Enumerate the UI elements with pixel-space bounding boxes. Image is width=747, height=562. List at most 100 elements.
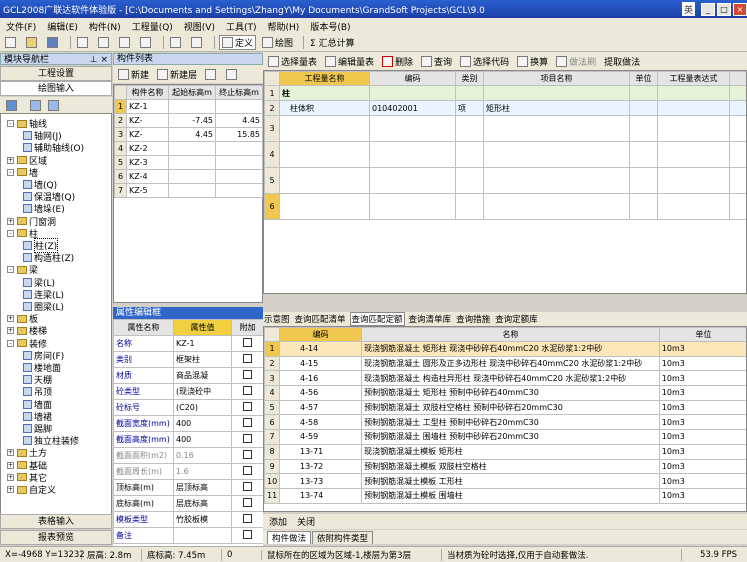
- close-query-button[interactable]: 关闭: [297, 515, 315, 528]
- cell-start[interactable]: 4.45: [168, 127, 216, 142]
- cell-name[interactable]: KZ-3: [126, 155, 169, 170]
- property-value[interactable]: (C20): [173, 399, 232, 416]
- tree-node[interactable]: 圈梁(L): [23, 301, 64, 313]
- property-value[interactable]: 框架柱: [173, 351, 232, 368]
- cell-code[interactable]: [369, 167, 456, 194]
- table-row[interactable]: 6 KZ-4: [114, 169, 263, 184]
- cell-end[interactable]: [215, 99, 263, 114]
- tree-node[interactable]: 墙垛(E): [23, 203, 65, 215]
- cell-code[interactable]: 4-57: [279, 399, 363, 416]
- property-extra-cell[interactable]: [231, 399, 264, 416]
- cell-name[interactable]: [279, 115, 370, 142]
- col-code[interactable]: 编码: [369, 71, 456, 86]
- col-q-name[interactable]: 名称: [361, 327, 660, 342]
- table-row[interactable]: 2 4-15 现浇钢筋混凝土 圆形及正多边形柱 现浇中砂碎石40mmC20 水泥砂浆…: [264, 355, 746, 372]
- cell-unit[interactable]: 10m3: [658, 473, 746, 489]
- tree-node[interactable]: 房间(F): [23, 350, 64, 362]
- cell-unit[interactable]: 10m3: [658, 443, 746, 460]
- cell-start[interactable]: [168, 155, 216, 170]
- table-row[interactable]: 1柱: [264, 85, 746, 101]
- property-row[interactable]: 类别 框架柱: [113, 351, 264, 368]
- expand-icon[interactable]: -: [7, 229, 14, 237]
- table-row[interactable]: 3: [264, 115, 746, 142]
- save-button[interactable]: [45, 35, 62, 50]
- cell-x[interactable]: [657, 141, 730, 168]
- cell-unit[interactable]: 10m3: [658, 487, 746, 504]
- query-tab[interactable]: 查询措施: [455, 313, 491, 325]
- extract-method-button[interactable]: 提取做法: [602, 54, 642, 69]
- tree-node[interactable]: 保温墙(Q): [23, 191, 75, 203]
- cell-code[interactable]: 4-58: [279, 414, 363, 431]
- tree-node[interactable]: 楼地面: [23, 362, 61, 374]
- property-value[interactable]: KZ-1: [173, 335, 232, 352]
- convert-button[interactable]: 换算: [515, 54, 550, 69]
- property-value[interactable]: 0.16: [173, 447, 232, 464]
- expand-icon[interactable]: -: [7, 339, 14, 347]
- cell-unit[interactable]: [629, 115, 658, 142]
- collapse-all-button[interactable]: [46, 98, 63, 113]
- expand-icon[interactable]: -: [7, 266, 14, 274]
- query-tab[interactable]: 查询定额库: [494, 313, 539, 325]
- property-value[interactable]: 层顶标高: [173, 479, 232, 496]
- tree-node[interactable]: + 土方: [7, 447, 47, 459]
- summary-calc-button[interactable]: Σ 汇总计算: [308, 35, 357, 50]
- cell-unit[interactable]: 10m3: [658, 370, 746, 387]
- property-extra-cell[interactable]: [231, 383, 264, 400]
- property-extra-cell[interactable]: [231, 479, 264, 496]
- cell-end[interactable]: [215, 169, 263, 184]
- tree-node[interactable]: 墙(Q): [23, 179, 57, 191]
- checkbox[interactable]: [243, 514, 252, 523]
- property-row[interactable]: 顶标高(m) 层顶标高: [113, 479, 264, 496]
- cell-item[interactable]: [483, 167, 630, 194]
- cell-name[interactable]: 现浇钢筋混凝土 圆形及正多边形柱 现浇中砂碎石40mmC20 水泥砂浆1:2中砂: [361, 355, 660, 372]
- cell-cat[interactable]: [455, 141, 484, 168]
- maximize-button[interactable]: □: [717, 2, 731, 16]
- checkbox[interactable]: [243, 530, 252, 539]
- table-row[interactable]: 5 KZ-3: [114, 155, 263, 170]
- tree-node[interactable]: + 自定义: [7, 484, 56, 496]
- cell-name[interactable]: 预制钢筋混凝土 双肢柱空格柱 预制中砂碎石20mmC30: [361, 399, 660, 416]
- checkbox[interactable]: [243, 498, 252, 507]
- cell-x[interactable]: [657, 100, 730, 116]
- cell-x[interactable]: [657, 115, 730, 142]
- cell-code[interactable]: [369, 115, 456, 142]
- cell-y[interactable]: [729, 167, 746, 194]
- cell-unit[interactable]: 10m3: [658, 341, 746, 357]
- cell-start[interactable]: [168, 141, 216, 156]
- query-tab[interactable]: 查询匹配定额: [349, 312, 405, 326]
- cell-name[interactable]: [279, 167, 370, 194]
- close-button[interactable]: ×: [733, 2, 747, 16]
- cell-name[interactable]: KZ-2: [126, 141, 169, 156]
- cell-start[interactable]: -7.45: [168, 113, 216, 128]
- property-row[interactable]: 截面周长(m) 1.6: [113, 463, 264, 480]
- tree-node[interactable]: + 基础: [7, 460, 47, 472]
- menu-file[interactable]: 文件(F): [6, 20, 36, 33]
- col-expression[interactable]: 工程量表达式: [657, 71, 730, 86]
- table-row[interactable]: 4 KZ-2: [114, 141, 263, 156]
- open-button[interactable]: [24, 35, 41, 50]
- property-row[interactable]: 名称 KZ-1: [113, 335, 264, 352]
- cell-x[interactable]: [657, 85, 730, 101]
- tree-node[interactable]: + 楼梯: [7, 325, 47, 337]
- cell-unit[interactable]: 10m3: [658, 399, 746, 416]
- delete-button[interactable]: [138, 35, 155, 50]
- expand-all-button[interactable]: [28, 98, 45, 113]
- cell-name[interactable]: KZ-: [126, 127, 169, 142]
- checkbox[interactable]: [243, 418, 252, 427]
- expand-icon[interactable]: +: [7, 449, 14, 457]
- expand-icon[interactable]: +: [7, 461, 14, 469]
- table-row[interactable]: 11 13-74 预制钢筋混凝土模板 围墙柱 10m3: [264, 487, 746, 504]
- table-row[interactable]: 8 13-71 现浇钢筋混凝土模板 矩形柱 10m3: [264, 443, 746, 460]
- cell-unit[interactable]: [629, 167, 658, 194]
- tree-node[interactable]: 天棚: [23, 374, 52, 386]
- cell-code[interactable]: [369, 193, 456, 220]
- table-row[interactable]: 2 柱体积 010402001 项矩形柱: [264, 100, 746, 116]
- cell-item[interactable]: [483, 141, 630, 168]
- cell-code[interactable]: 010402001: [369, 100, 456, 116]
- cell-cat[interactable]: [455, 193, 484, 220]
- query-tab[interactable]: 示意图: [263, 313, 291, 325]
- tree-node[interactable]: -墙: [7, 167, 38, 179]
- cell-name[interactable]: 现浇钢筋混凝土 矩形柱 现浇中砂碎石40mmC20 水泥砂浆1:2中砂: [361, 341, 660, 357]
- property-extra-cell[interactable]: [231, 447, 264, 464]
- cell-item[interactable]: 矩形柱: [483, 100, 630, 116]
